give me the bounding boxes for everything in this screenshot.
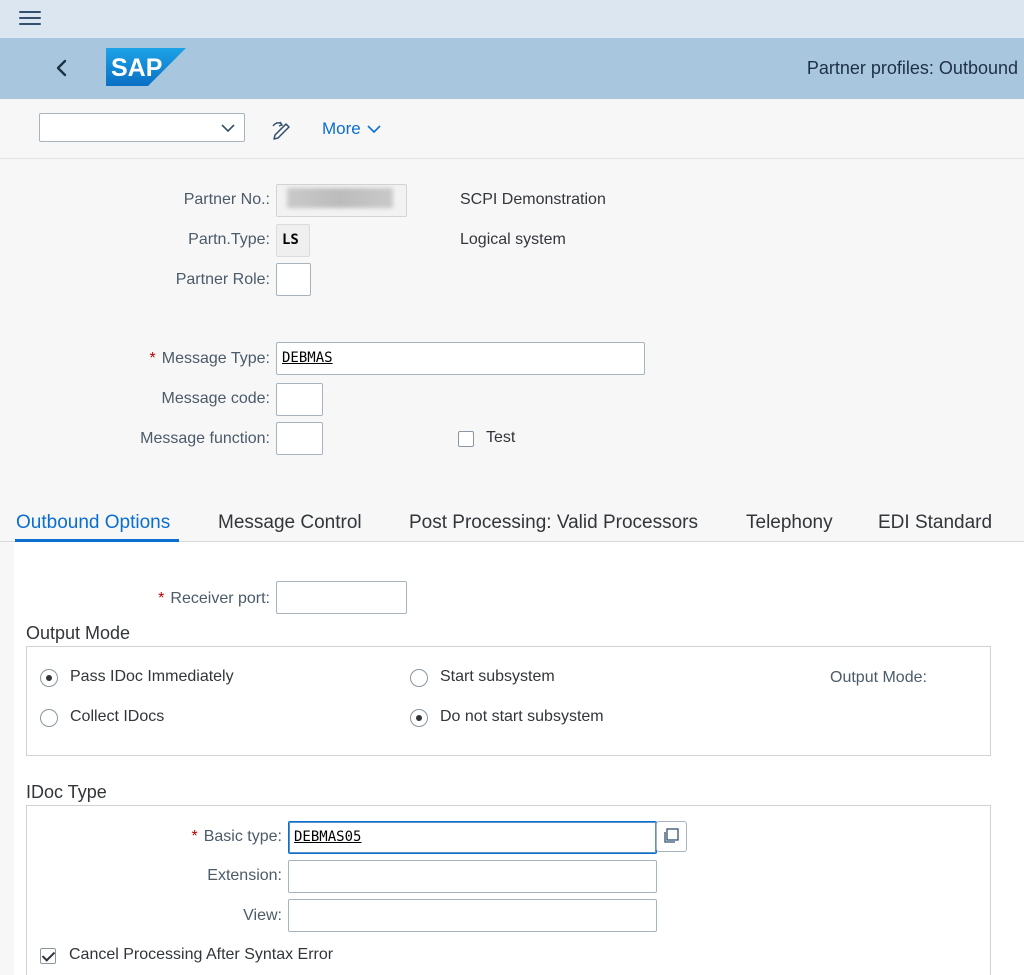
output-mode-group bbox=[26, 646, 991, 756]
display-change-icon[interactable] bbox=[270, 118, 292, 140]
cancel-processing-checkbox[interactable] bbox=[40, 948, 56, 964]
top-bar bbox=[0, 0, 1024, 38]
message-code-label: Message code: bbox=[161, 390, 270, 407]
message-type-input[interactable]: DEBMAS bbox=[276, 342, 645, 375]
chevron-down-icon bbox=[367, 125, 381, 134]
message-type-label-text: Message Type: bbox=[161, 350, 270, 367]
tab-strip: Outbound Options Message Control Post Pr… bbox=[0, 500, 1024, 542]
partner-role-input[interactable] bbox=[276, 263, 311, 296]
start-subsystem-radio[interactable] bbox=[410, 669, 428, 687]
required-marker: * bbox=[191, 828, 198, 845]
output-mode-label: Output Mode: bbox=[830, 669, 927, 686]
extension-input[interactable] bbox=[288, 860, 657, 893]
partner-role-label: Partner Role: bbox=[175, 271, 270, 288]
basic-type-label: * Basic type: bbox=[110, 828, 283, 846]
sap-logo: SAP bbox=[106, 48, 186, 86]
required-marker: * bbox=[158, 590, 165, 607]
message-type-value: DEBMAS bbox=[282, 350, 333, 366]
page-title: Partner profiles: Outbound bbox=[806, 58, 1018, 78]
test-checkbox[interactable] bbox=[458, 431, 474, 447]
partn-type-description: Logical system bbox=[460, 231, 566, 248]
receiver-port-input[interactable] bbox=[276, 581, 407, 614]
partn-type-field: LS bbox=[276, 224, 310, 257]
partner-no-label: Partner No.: bbox=[183, 191, 270, 208]
required-marker: * bbox=[149, 350, 156, 367]
chevron-down-icon bbox=[221, 124, 235, 133]
copy-icon bbox=[664, 828, 679, 843]
basic-type-input[interactable]: DEBMAS05 bbox=[288, 821, 657, 854]
test-label: Test bbox=[486, 429, 516, 446]
start-subsystem-label: Start subsystem bbox=[440, 668, 555, 685]
command-field-dropdown[interactable] bbox=[39, 113, 245, 142]
tab-post-processing[interactable]: Post Processing: Valid Processors bbox=[409, 512, 698, 534]
do-not-start-subsystem-label: Do not start subsystem bbox=[440, 708, 604, 725]
view-input[interactable] bbox=[288, 899, 657, 932]
back-arrow-icon[interactable] bbox=[50, 56, 74, 80]
message-code-input[interactable] bbox=[276, 383, 323, 416]
hamburger-menu-icon[interactable] bbox=[19, 11, 41, 27]
receiver-port-label: * Receiver port: bbox=[100, 590, 270, 608]
message-type-label: * Message Type: bbox=[100, 350, 270, 368]
message-function-input[interactable] bbox=[276, 422, 323, 455]
redacted-value bbox=[287, 188, 393, 208]
partn-type-label: Partn.Type: bbox=[188, 231, 270, 248]
collect-idocs-label: Collect IDocs bbox=[70, 708, 165, 725]
tab-outbound-options[interactable]: Outbound Options bbox=[16, 512, 170, 534]
tab-telephony[interactable]: Telephony bbox=[746, 512, 833, 534]
toolbar: More bbox=[0, 99, 1024, 159]
tab-message-control[interactable]: Message Control bbox=[218, 512, 362, 534]
pass-immediately-radio[interactable] bbox=[40, 669, 58, 687]
more-button[interactable]: More bbox=[322, 119, 381, 139]
receiver-port-label-text: Receiver port: bbox=[170, 590, 270, 607]
view-label: View: bbox=[243, 907, 282, 924]
value-help-button[interactable] bbox=[656, 821, 687, 852]
basic-type-label-text: Basic type: bbox=[203, 828, 282, 845]
do-not-start-subsystem-radio[interactable] bbox=[410, 709, 428, 727]
more-label: More bbox=[322, 119, 361, 138]
message-function-label: Message function: bbox=[140, 430, 270, 447]
collect-idocs-radio[interactable] bbox=[40, 709, 58, 727]
svg-text:SAP: SAP bbox=[111, 54, 162, 82]
tab-edi-standard[interactable]: EDI Standard bbox=[878, 512, 992, 534]
shell-bar: SAP Partner profiles: Outbound bbox=[0, 38, 1024, 99]
idoc-type-title: IDoc Type bbox=[26, 782, 107, 802]
extension-label: Extension: bbox=[207, 867, 282, 884]
pass-immediately-label: Pass IDoc Immediately bbox=[70, 668, 234, 685]
partner-no-description: SCPI Demonstration bbox=[460, 191, 606, 208]
output-mode-title: Output Mode bbox=[26, 623, 131, 643]
cancel-processing-label: Cancel Processing After Syntax Error bbox=[69, 946, 334, 963]
basic-type-value: DEBMAS05 bbox=[294, 829, 362, 845]
